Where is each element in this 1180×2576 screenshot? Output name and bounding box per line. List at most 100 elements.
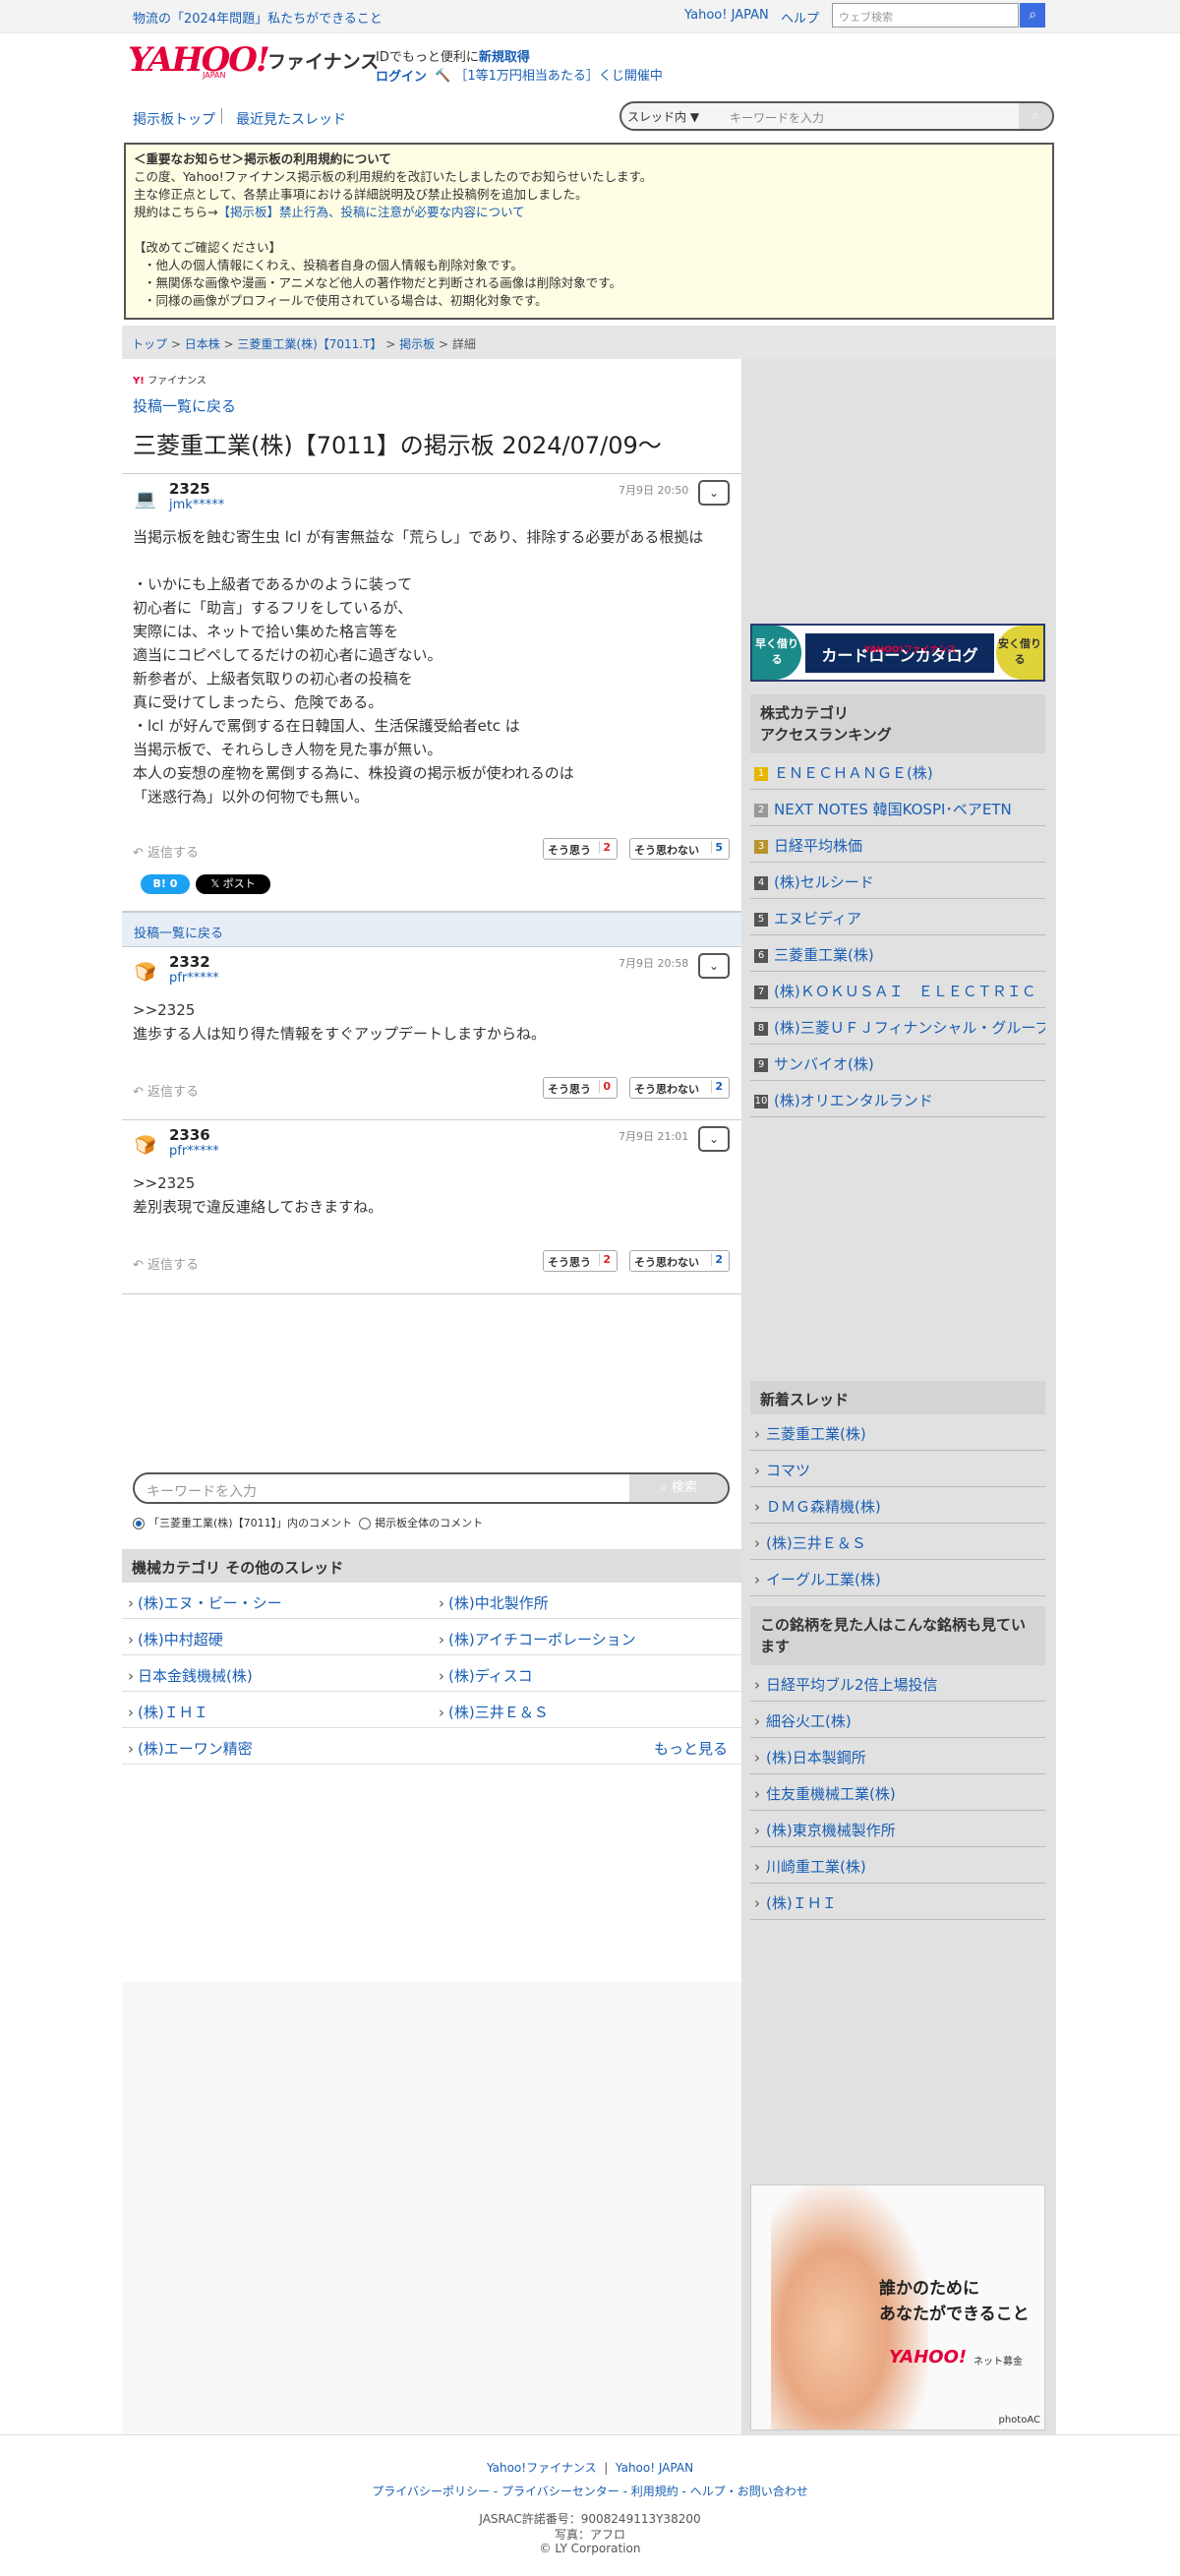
crumb-board[interactable]: 掲示板 <box>399 337 435 351</box>
signup-link[interactable]: 新規取得 <box>479 50 530 65</box>
laptop-icon: 💻 <box>134 489 157 509</box>
ranking-item[interactable]: 5 エヌビディア <box>750 899 1045 935</box>
ranking-item[interactable]: 2 NEXT NOTES 韓国KOSPI･ベアETN <box>750 790 1045 826</box>
login-link[interactable]: ログイン <box>376 66 427 85</box>
keyword-search: キーワードを入力 ⌕ 検索 <box>133 1472 730 1504</box>
also-viewed-heading: この銘柄を見た人はこんな銘柄も見ています <box>750 1606 1045 1665</box>
footer-policy-links[interactable]: プライバシーポリシー - プライバシーセンター - 利用規約 - ヘルプ・お問い… <box>372 2485 807 2498</box>
new-thread-item[interactable]: (株)三井Ｅ＆Ｓ <box>750 1524 1045 1560</box>
yahoo-logo[interactable]: YAHOO! JAPAN <box>128 43 270 81</box>
new-thread-item[interactable]: イーグル工業(株) <box>750 1560 1045 1596</box>
yahoo-japan-link[interactable]: Yahoo! JAPAN <box>684 8 769 23</box>
reply-button[interactable]: ↶ 返信する <box>133 842 199 861</box>
chevron-down-icon: ⌄ <box>708 486 720 500</box>
footer-yahoo-link[interactable]: Yahoo! JAPAN <box>616 2461 693 2475</box>
category-row: 日本金銭機械(株) (株)ディスコ <box>122 1655 741 1692</box>
board-top-link[interactable]: 掲示板トップ <box>133 109 215 129</box>
recent-threads-link[interactable]: 最近見たスレッド <box>236 109 346 129</box>
promo-link[interactable]: 物流の「2024年問題」私たちができること <box>133 8 383 27</box>
post-menu-button[interactable]: ⌄ <box>698 480 730 506</box>
donation-ad[interactable]: 誰かのために あなたができること YAHOO! ネット募金 photoAC <box>750 2185 1045 2430</box>
ranking-item[interactable]: 7 (株)ＫＯＫＵＳＡＩ ＥＬＥＣＴＲＩＣ <box>750 972 1045 1008</box>
category-link[interactable]: (株)中北製作所 <box>439 1592 549 1613</box>
ranking-item[interactable]: 4 (株)セルシード <box>750 863 1045 899</box>
reply-button[interactable]: ↶ 返信する <box>133 1081 199 1100</box>
keyword-input[interactable]: キーワードを入力 <box>147 1481 257 1501</box>
disagree-button[interactable]: そう思わない 5 <box>629 838 730 860</box>
board-search-input[interactable]: キーワードを入力 <box>730 109 824 126</box>
search-scope-radios: 「三菱重工業(株)【7011】」内のコメント 掲示板全体のコメント <box>133 1515 483 1530</box>
post-number: 2332 <box>169 953 210 971</box>
user-id-link[interactable]: pfr***** <box>169 971 219 986</box>
lottery-link[interactable]: 🔨 ［1等1万円相当あたる］くじ開催中 <box>435 65 663 84</box>
card-loan-ad[interactable]: 早く借りる YAHOO!ファイナンス カードローンカタログ 安く借りる <box>750 624 1045 682</box>
reply-arrow-icon: ↶ <box>133 846 144 861</box>
back-to-list-bar[interactable]: 投稿一覧に戻る <box>122 911 741 946</box>
disagree-button[interactable]: そう思わない 2 <box>629 1077 730 1099</box>
footer-finance-link[interactable]: Yahoo!ファイナンス <box>487 2461 597 2475</box>
category-link[interactable]: (株)三井Ｅ＆Ｓ <box>439 1702 549 1722</box>
reply-button[interactable]: ↶ 返信する <box>133 1254 199 1273</box>
web-search-input[interactable]: ウェブ検索 <box>832 3 1019 28</box>
also-viewed-item[interactable]: 川崎重工業(株) <box>750 1847 1045 1884</box>
radio-thread[interactable] <box>133 1518 145 1529</box>
more-link[interactable]: もっと見る <box>654 1738 728 1759</box>
category-link[interactable]: (株)エーワン精密 <box>128 1738 253 1759</box>
crumb-top[interactable]: トップ <box>132 337 167 351</box>
rules-link[interactable]: 【掲示板】禁止行為、投稿に注意が必要な内容について <box>217 205 524 219</box>
post-menu-button[interactable]: ⌄ <box>698 953 730 979</box>
category-row: (株)エヌ・ビー・シー (株)中北製作所 <box>122 1583 741 1619</box>
category-link[interactable]: 日本金銭機械(株) <box>128 1665 253 1686</box>
crumb-jp-stocks[interactable]: 日本株 <box>185 337 220 351</box>
agree-button[interactable]: そう思う 2 <box>543 838 618 860</box>
breadcrumb: トップ > 日本株 > 三菱重工業(株)【7011.T】 > 掲示板 > 詳細 <box>122 326 1056 359</box>
hatena-bookmark-button[interactable]: B! 0 <box>141 874 190 894</box>
divider <box>221 108 222 124</box>
ranking-item[interactable]: 8 (株)三菱ＵＦＪフィナンシャル・グループ <box>750 1008 1045 1045</box>
ranking-item[interactable]: 10 (株)オリエンタルランド <box>750 1081 1045 1117</box>
also-viewed-item[interactable]: 住友重機械工業(株) <box>750 1774 1045 1811</box>
reply-arrow-icon: ↶ <box>133 1258 144 1273</box>
also-viewed-item[interactable]: 日経平均ブル2倍上場投信 <box>750 1665 1045 1702</box>
search-icon[interactable]: ⌕ <box>1019 103 1052 129</box>
agree-button[interactable]: そう思う 0 <box>543 1077 618 1099</box>
category-link[interactable]: (株)アイチコーポレーション <box>439 1629 636 1649</box>
post-menu-button[interactable]: ⌄ <box>698 1126 730 1152</box>
keyword-search-button[interactable]: ⌕ 検索 <box>629 1474 728 1502</box>
x-post-button[interactable]: 𝕏 ポスト <box>196 874 270 894</box>
category-row: (株)ＩＨＩ (株)三井Ｅ＆Ｓ <box>122 1692 741 1728</box>
category-link[interactable]: (株)エヌ・ビー・シー <box>128 1592 282 1613</box>
post-body: >>2325 進歩する人は知り得た情報をすぐアップデートしますからね。 <box>133 1001 547 1043</box>
category-link[interactable]: (株)中村超硬 <box>128 1629 223 1649</box>
back-to-list-link[interactable]: 投稿一覧に戻る <box>133 395 236 416</box>
ranking-item[interactable]: 3 日経平均株価 <box>750 826 1045 863</box>
category-link[interactable]: (株)ＩＨＩ <box>128 1702 208 1722</box>
new-thread-item[interactable]: 三菱重工業(株) <box>750 1414 1045 1451</box>
radio-all[interactable] <box>359 1518 372 1529</box>
also-viewed-item[interactable]: (株)日本製鋼所 <box>750 1738 1045 1774</box>
ranking-heading: 株式カテゴリ アクセスランキング <box>750 694 1045 753</box>
user-id-link[interactable]: pfr***** <box>169 1144 219 1159</box>
avatar-icon: 🍞 <box>134 1135 157 1156</box>
new-thread-item[interactable]: コマツ <box>750 1451 1045 1487</box>
also-viewed-item[interactable]: 細谷火工(株) <box>750 1702 1045 1738</box>
ranking-item[interactable]: 1 ＥＮＥＣＨＡＮＧＥ(株) <box>750 753 1045 790</box>
chevron-down-icon: ⌄ <box>708 1132 720 1146</box>
post-2336: 🍞 2336 pfr***** 7月9日 21:01 ⌄ >>2325 差別表現… <box>122 1119 741 1294</box>
important-notice: ＜重要なお知らせ＞掲示板の利用規約について この度、Yahoo!ファイナンス掲示… <box>124 143 1054 320</box>
also-viewed-item[interactable]: (株)ＩＨＩ <box>750 1884 1045 1920</box>
new-thread-item[interactable]: ＤＭＧ森精機(株) <box>750 1487 1045 1524</box>
agree-button[interactable]: そう思う 2 <box>543 1250 618 1272</box>
also-viewed-item[interactable]: (株)東京機械製作所 <box>750 1811 1045 1847</box>
ranking-item[interactable]: 9 サンバイオ(株) <box>750 1045 1045 1081</box>
disagree-button[interactable]: そう思わない 2 <box>629 1250 730 1272</box>
crumb-stock[interactable]: 三菱重工業(株)【7011.T】 <box>237 337 382 351</box>
user-id-link[interactable]: jmk***** <box>169 498 224 512</box>
ranking-item[interactable]: 6 三菱重工業(株) <box>750 935 1045 972</box>
help-link[interactable]: ヘルプ <box>781 8 819 27</box>
web-search-button[interactable]: ⌕ <box>1020 3 1045 28</box>
category-link[interactable]: (株)ディスコ <box>439 1665 533 1686</box>
post-date: 7月9日 20:50 <box>619 484 689 497</box>
service-name: ファイナンス <box>267 51 380 73</box>
search-scope-select[interactable]: スレッド内 ▼ <box>627 108 699 125</box>
